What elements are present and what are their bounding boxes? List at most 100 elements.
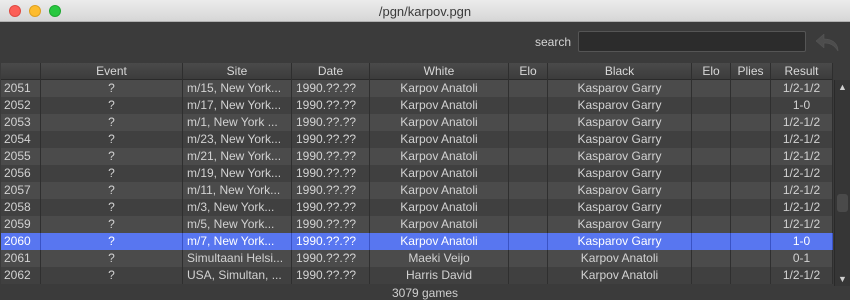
cell-site: m/21, New York... xyxy=(183,148,292,165)
cell-black: Karpov Anatoli xyxy=(548,250,692,267)
table-row[interactable]: 2062? USA, Simultan, ... 1990.??.?? Harris … xyxy=(1,267,833,284)
table-row[interactable]: 2053? m/1, New York ... 1990.??.?? Karpov A… xyxy=(1,114,833,131)
cell-white: Karpov Anatoli xyxy=(370,148,509,165)
scroll-down-arrow-icon[interactable]: ▼ xyxy=(835,272,850,286)
table-row[interactable]: 2059? m/5, New York... 1990.??.?? Karpov An… xyxy=(1,216,833,233)
table-row[interactable]: 2056? m/19, New York... 1990.??.?? Karpov A… xyxy=(1,165,833,182)
cell-site: m/15, New York... xyxy=(183,80,292,97)
cell-game-number: 2053 xyxy=(1,114,41,131)
cell-black: Kasparov Garry xyxy=(548,199,692,216)
search-input[interactable] xyxy=(578,31,806,52)
cell-white: Karpov Anatoli xyxy=(370,199,509,216)
undo-button[interactable] xyxy=(812,30,842,54)
scroll-up-arrow-icon[interactable]: ▲ xyxy=(835,80,850,94)
column-header-white[interactable]: White xyxy=(370,63,509,80)
cell-white-elo xyxy=(509,216,548,233)
table-header: Event Site Date White Elo Black Elo Plies Result xyxy=(1,63,833,80)
scroll-thumb[interactable] xyxy=(837,194,848,212)
table-row[interactable]: 2061? Simultaani Helsi... 1990.??.?? Maeki … xyxy=(1,250,833,267)
cell-game-number: 2061 xyxy=(1,250,41,267)
cell-plies xyxy=(731,148,771,165)
game-count: 3079 games xyxy=(391,286,459,300)
cell-game-number: 2052 xyxy=(1,97,41,114)
cell-game-number: 2051 xyxy=(1,80,41,97)
cell-black: Kasparov Garry xyxy=(548,216,692,233)
column-header-black[interactable]: Black xyxy=(548,63,692,80)
cell-white: Karpov Anatoli xyxy=(370,131,509,148)
cell-event: ? xyxy=(41,233,183,250)
cell-site: m/19, New York... xyxy=(183,165,292,182)
cell-black: Kasparov Garry xyxy=(548,233,692,250)
cell-black-elo xyxy=(692,182,731,199)
cell-black: Kasparov Garry xyxy=(548,165,692,182)
column-header-game-number[interactable] xyxy=(1,63,41,80)
cell-white: Karpov Anatoli xyxy=(370,233,509,250)
table-row[interactable]: 2052? m/17, New York... 1990.??.?? Karpov A… xyxy=(1,97,833,114)
cell-black-elo xyxy=(692,131,731,148)
cell-site: USA, Simultan, ... xyxy=(183,267,292,284)
cell-black-elo xyxy=(692,148,731,165)
cell-date: 1990.??.?? xyxy=(292,148,370,165)
cell-event: ? xyxy=(41,148,183,165)
column-header-result[interactable]: Result xyxy=(771,63,833,80)
cell-event: ? xyxy=(41,182,183,199)
cell-date: 1990.??.?? xyxy=(292,80,370,97)
cell-event: ? xyxy=(41,80,183,97)
search-label: search xyxy=(535,35,572,49)
cell-black-elo xyxy=(692,216,731,233)
cell-date: 1990.??.?? xyxy=(292,165,370,182)
cell-date: 1990.??.?? xyxy=(292,267,370,284)
cell-black-elo xyxy=(692,267,731,284)
table-row[interactable]: 2055? m/21, New York... 1990.??.?? Karpov A… xyxy=(1,148,833,165)
cell-game-number: 2060 xyxy=(1,233,41,250)
title-bar: /pgn/karpov.pgn xyxy=(0,0,850,22)
column-header-plies[interactable]: Plies xyxy=(731,63,771,80)
cell-black: Kasparov Garry xyxy=(548,182,692,199)
cell-date: 1990.??.?? xyxy=(292,250,370,267)
cell-event: ? xyxy=(41,199,183,216)
cell-game-number: 2056 xyxy=(1,165,41,182)
cell-result: 1/2-1/2 xyxy=(771,267,833,284)
cell-game-number: 2057 xyxy=(1,182,41,199)
cell-white-elo xyxy=(509,267,548,284)
cell-date: 1990.??.?? xyxy=(292,182,370,199)
table-row[interactable]: 2058? m/3, New York... 1990.??.?? Karpov An… xyxy=(1,199,833,216)
cell-plies xyxy=(731,114,771,131)
cell-result: 1-0 xyxy=(771,97,833,114)
column-header-date[interactable]: Date xyxy=(292,63,370,80)
table-row[interactable]: 2051? m/15, New York... 1990.??.?? Karpov A… xyxy=(1,80,833,97)
cell-plies xyxy=(731,165,771,182)
cell-white-elo xyxy=(509,131,548,148)
cell-black-elo xyxy=(692,250,731,267)
cell-event: ? xyxy=(41,131,183,148)
cell-date: 1990.??.?? xyxy=(292,131,370,148)
column-header-site[interactable]: Site xyxy=(183,63,292,80)
cell-event: ? xyxy=(41,97,183,114)
cell-white: Karpov Anatoli xyxy=(370,216,509,233)
cell-plies xyxy=(731,131,771,148)
column-header-white-elo[interactable]: Elo xyxy=(509,63,548,80)
table-row[interactable]: 2057? m/11, New York... 1990.??.?? Karpov A… xyxy=(1,182,833,199)
cell-date: 1990.??.?? xyxy=(292,199,370,216)
cell-plies xyxy=(731,199,771,216)
cell-black: Kasparov Garry xyxy=(548,148,692,165)
column-header-event[interactable]: Event xyxy=(41,63,183,80)
cell-white: Harris David xyxy=(370,267,509,284)
table-row-selected[interactable]: 2060? m/7, New York... 1990.??.?? Karpov An… xyxy=(1,233,833,250)
cell-site: m/7, New York... xyxy=(183,233,292,250)
undo-arrow-icon xyxy=(815,33,839,52)
cell-white-elo xyxy=(509,148,548,165)
cell-black: Kasparov Garry xyxy=(548,97,692,114)
cell-black-elo xyxy=(692,233,731,250)
window-title: /pgn/karpov.pgn xyxy=(378,4,472,19)
cell-result: 1/2-1/2 xyxy=(771,216,833,233)
vertical-scrollbar[interactable]: ▲ ▼ xyxy=(834,80,850,286)
cell-game-number: 2054 xyxy=(1,131,41,148)
cell-result: 1/2-1/2 xyxy=(771,80,833,97)
cell-white: Maeki Veijo xyxy=(370,250,509,267)
cell-white: Karpov Anatoli xyxy=(370,114,509,131)
table-body: 2051? m/15, New York... 1990.??.?? Karpov A… xyxy=(1,80,833,286)
cell-black: Kasparov Garry xyxy=(548,131,692,148)
column-header-black-elo[interactable]: Elo xyxy=(692,63,731,80)
table-row[interactable]: 2054? m/23, New York... 1990.??.?? Karpov A… xyxy=(1,131,833,148)
